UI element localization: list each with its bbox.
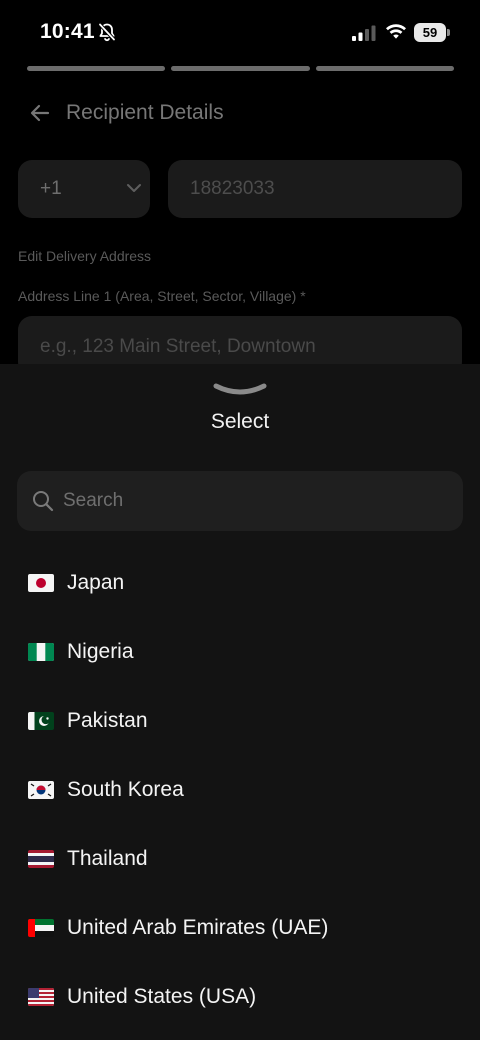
country-name: United States (USA) <box>67 984 257 1008</box>
country-name: Thailand <box>67 846 148 870</box>
sheet-title: Select <box>210 410 270 433</box>
sheet-handle[interactable] <box>212 382 268 398</box>
country-name: Japan <box>67 570 125 594</box>
flag-thailand-icon <box>28 849 54 868</box>
header: Recipient Details <box>28 96 224 130</box>
flag-nigeria-icon <box>28 642 54 661</box>
country-code-select[interactable]: +1 <box>18 160 150 218</box>
status-time: 10:41 <box>40 20 95 43</box>
wifi-icon <box>386 24 406 39</box>
flag-south-korea-icon <box>28 780 54 799</box>
country-name: Nigeria <box>67 639 134 663</box>
search-input[interactable] <box>63 485 443 517</box>
phone-number-field[interactable]: 18823033 <box>168 160 462 218</box>
page-title: Recipient Details <box>66 101 224 124</box>
battery-icon: 59 <box>414 23 450 42</box>
flag-pakistan-icon <box>28 711 54 730</box>
step-progress <box>27 66 454 71</box>
country-select-sheet: Select Japan Nigeria <box>0 364 480 1040</box>
progress-segment <box>315 66 454 71</box>
country-code-value: +1 <box>40 178 62 199</box>
flag-usa-icon <box>28 987 54 1006</box>
search-icon <box>33 491 54 512</box>
country-item-uae[interactable]: United Arab Emirates (UAE) <box>0 893 480 962</box>
progress-segment <box>27 66 166 71</box>
country-name: South Korea <box>67 777 184 801</box>
battery-level: 59 <box>414 23 446 42</box>
country-item-south-korea[interactable]: South Korea <box>0 755 480 824</box>
flag-uae-icon <box>28 918 54 937</box>
country-item-pakistan[interactable]: Pakistan <box>0 686 480 755</box>
battery-tip <box>447 29 450 36</box>
status-bar: 10:41 59 <box>0 0 480 62</box>
progress-segment <box>171 66 310 71</box>
search-bar[interactable] <box>17 471 463 531</box>
phone-number-value: 18823033 <box>190 178 275 199</box>
country-item-usa[interactable]: United States (USA) <box>0 962 480 1031</box>
chevron-down-icon <box>127 184 141 192</box>
country-item-nigeria[interactable]: Nigeria <box>0 617 480 686</box>
country-name: United Arab Emirates (UAE) <box>67 915 329 939</box>
country-name: Pakistan <box>67 708 148 732</box>
address-line1-label: Address Line 1 (Area, Street, Sector, Vi… <box>18 288 306 304</box>
silent-bell-icon <box>98 23 116 42</box>
back-arrow-icon[interactable] <box>28 101 52 125</box>
cellular-signal-icon <box>352 25 376 41</box>
delivery-address-section-label: Edit Delivery Address <box>18 248 152 264</box>
country-item-japan[interactable]: Japan <box>0 548 480 617</box>
recipient-details-page: 10:41 59 Recipient Details +1 18823033 E… <box>0 0 480 1040</box>
country-item-thailand[interactable]: Thailand <box>0 824 480 893</box>
address-line1-placeholder: e.g., 123 Main Street, Downtown <box>40 336 316 357</box>
flag-japan-icon <box>28 573 54 592</box>
country-list: Japan Nigeria Pakistan South Korea Thail… <box>0 548 480 1031</box>
